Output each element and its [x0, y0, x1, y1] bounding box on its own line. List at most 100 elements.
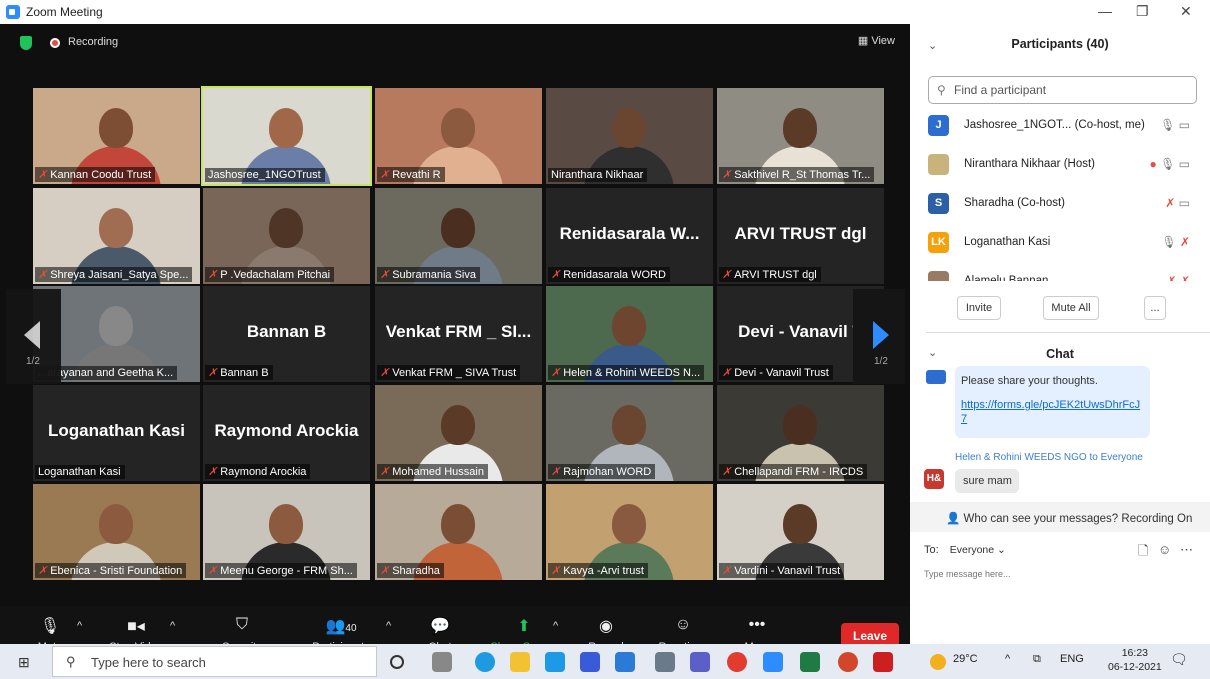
participant-tile[interactable]: ✗ Kannan Coodu Trust	[33, 88, 200, 184]
clock-date: 06-12-2021	[1108, 661, 1162, 673]
participant-tile[interactable]: ✗ Vardini - Vanavil Trust	[717, 484, 884, 580]
participant-tile[interactable]: ✗ P .Vedachalam Pitchai	[203, 188, 370, 284]
participant-tile[interactable]: Raymond Arockia ✗ Raymond Arockia	[203, 385, 370, 481]
chat-privacy-notice[interactable]: 👤 Who can see your messages? Recording O…	[946, 511, 1192, 525]
muted-mic-icon: ✗	[380, 269, 390, 281]
participant-tile[interactable]: ✗ Rajmohan WORD	[546, 385, 713, 481]
video-options-chevron-icon[interactable]: ^	[170, 620, 175, 632]
teams-icon[interactable]	[690, 652, 710, 672]
tray-chevron-icon[interactable]: ^	[1005, 653, 1010, 665]
clock[interactable]: 16:23 06-12-2021	[1108, 646, 1162, 674]
windows-start-icon[interactable]: ⊞	[18, 654, 30, 671]
file-icon[interactable]: 🗋	[1138, 542, 1148, 564]
participant-tile[interactable]: ✗ Sakthivel R_St Thomas Tr...	[717, 88, 884, 184]
muted-mic-icon: ✗	[551, 565, 561, 577]
chat-more-icon[interactable]: ⋯	[1180, 542, 1193, 558]
prev-page-button[interactable]	[6, 289, 61, 384]
invite-button[interactable]: Invite	[957, 296, 1001, 320]
weather-temp[interactable]: 29°C	[953, 653, 978, 665]
muted-mic-icon: ✗	[208, 466, 218, 478]
participant-name-card: Venkat FRM _ SI...	[385, 322, 532, 341]
participants-options-chevron-icon[interactable]: ^	[386, 620, 391, 632]
participant-tile[interactable]: Bannan B ✗ Bannan B	[203, 286, 370, 382]
participant-row-name: Alamelu Bannan	[964, 275, 1049, 281]
excel-icon[interactable]	[800, 652, 820, 672]
share-options-chevron-icon[interactable]: ^	[553, 620, 558, 632]
participant-status-icons: ● 🎙 ▭	[1149, 157, 1190, 171]
participant-name-label: ✗ Helen & Rohini WEEDS N...	[548, 365, 705, 380]
emoji-icon[interactable]: ☺	[1158, 542, 1171, 557]
participant-row[interactable]: S Sharadha (Co-host) ✗ ▭	[928, 189, 1208, 219]
chat-recipient-value: Everyone	[949, 544, 995, 556]
participant-tile[interactable]: ✗ Chellapandi FRM - IRCDS	[717, 385, 884, 481]
camera-icon[interactable]	[655, 652, 675, 672]
participant-tile[interactable]: Loganathan Kasi Loganathan Kasi	[33, 385, 200, 481]
audio-options-chevron-icon[interactable]: ^	[77, 620, 82, 632]
person-face	[612, 504, 646, 544]
view-button[interactable]: ▦ View	[858, 34, 895, 47]
tray-device-icon[interactable]: ⧉	[1033, 653, 1041, 666]
participant-tile[interactable]: ✗ Meenu George - FRM Sh...	[203, 484, 370, 580]
record-icon: ◉	[599, 618, 613, 635]
chat-to-label: To:	[924, 544, 939, 556]
participant-tile[interactable]: ✗ Helen & Rohini WEEDS N...	[546, 286, 713, 382]
store-icon[interactable]	[580, 652, 600, 672]
next-page-button[interactable]	[853, 289, 905, 384]
edge-icon[interactable]	[475, 652, 495, 672]
participant-tile[interactable]: ARVI TRUST dgl ✗ ARVI TRUST dgl	[717, 188, 884, 284]
participants-more-button[interactable]: ...	[1144, 296, 1166, 320]
participant-tile[interactable]: ✗ Revathi R	[375, 88, 542, 184]
participant-name-card: Bannan B	[246, 322, 327, 341]
participant-tile[interactable]: Niranthara Nikhaar	[546, 88, 713, 184]
participant-tile[interactable]: ✗ Kavya -Arvi trust	[546, 484, 713, 580]
skype-icon[interactable]	[545, 652, 565, 672]
chat-input[interactable]: Type message here...	[924, 569, 1011, 579]
cortana-icon[interactable]	[390, 655, 404, 669]
participant-name: Ebenica - Sristi Foundation	[50, 565, 183, 577]
powerpoint-icon[interactable]	[838, 652, 858, 672]
language-indicator[interactable]: ENG	[1060, 653, 1084, 665]
participant-search-input[interactable]: ⚲ Find a participant	[928, 76, 1197, 104]
mail-icon[interactable]	[615, 652, 635, 672]
participant-name: Renidasarala WORD	[563, 269, 666, 281]
participant-name: Niranthara Nikhaar	[551, 169, 644, 181]
participant-tile[interactable]: Renidasarala W... ✗ Renidasarala WORD	[546, 188, 713, 284]
close-button[interactable]: ✕	[1180, 3, 1192, 20]
participant-tile[interactable]: ✗ Sharadha	[375, 484, 542, 580]
mute-all-button[interactable]: Mute All	[1043, 296, 1099, 320]
notification-icon[interactable]: 🗨	[1170, 651, 1188, 668]
participant-row[interactable]: Alamelu Bannan ✗ ✗	[928, 267, 1208, 281]
acrobat-icon[interactable]	[873, 652, 893, 672]
participants-title: Participants (40)	[1011, 37, 1109, 51]
participant-name-label: ✗ Bannan B	[205, 365, 273, 380]
participant-name-card: Loganathan Kasi	[48, 421, 185, 440]
recording-indicator[interactable]: Recording	[68, 36, 118, 48]
participant-tile[interactable]: Jashosree_1NGOTrust	[201, 86, 372, 186]
participant-name: Bannan B	[220, 367, 269, 379]
participant-row[interactable]: Niranthara Nikhaar (Host) ● 🎙 ▭	[928, 150, 1208, 180]
chat-recipient-select[interactable]: Everyone ⌄	[950, 544, 1006, 556]
participant-row[interactable]: J Jashosree_1NGOT... (Co-host, me) 🎙 ▭	[928, 111, 1208, 141]
participant-name: ARVI TRUST dgl	[734, 269, 817, 281]
maximize-button[interactable]: ❐	[1136, 3, 1149, 20]
participant-tile[interactable]: ✗ Ebenica - Sristi Foundation	[33, 484, 200, 580]
taskbar-search-box[interactable]: ⚲ Type here to search	[52, 646, 377, 677]
participant-tile[interactable]: Venkat FRM _ SI... ✗ Venkat FRM _ SIVA Tru…	[375, 286, 542, 382]
task-view-icon[interactable]	[432, 652, 452, 672]
participant-name-label: ✗ Sakthivel R_St Thomas Tr...	[719, 167, 875, 182]
participant-tile[interactable]: ✗ Subramania Siva	[375, 188, 542, 284]
participant-status-icons: ✗ ▭	[1165, 196, 1190, 210]
participant-row[interactable]: LK Loganathan Kasi 🎙 ✗	[928, 228, 1208, 258]
chat-message-link[interactable]: https://forms.gle/pcJEK2tUwsDhrFcJ7	[961, 399, 1140, 425]
video-off-icon: ✗	[1179, 274, 1190, 281]
encryption-shield-icon[interactable]	[20, 36, 32, 50]
zoom-taskbar-icon[interactable]	[763, 652, 783, 672]
person-face	[269, 504, 303, 544]
participant-row-name: Niranthara Nikhaar (Host)	[964, 158, 1096, 170]
search-placeholder: Find a participant	[954, 83, 1047, 97]
file-explorer-icon[interactable]	[510, 652, 530, 672]
participant-tile[interactable]: ✗ Shreya Jaisani_Satya Spe...	[33, 188, 200, 284]
chrome-icon[interactable]	[727, 652, 747, 672]
participant-tile[interactable]: ✗ Mohamed Hussain	[375, 385, 542, 481]
minimize-button[interactable]: —	[1098, 3, 1112, 19]
